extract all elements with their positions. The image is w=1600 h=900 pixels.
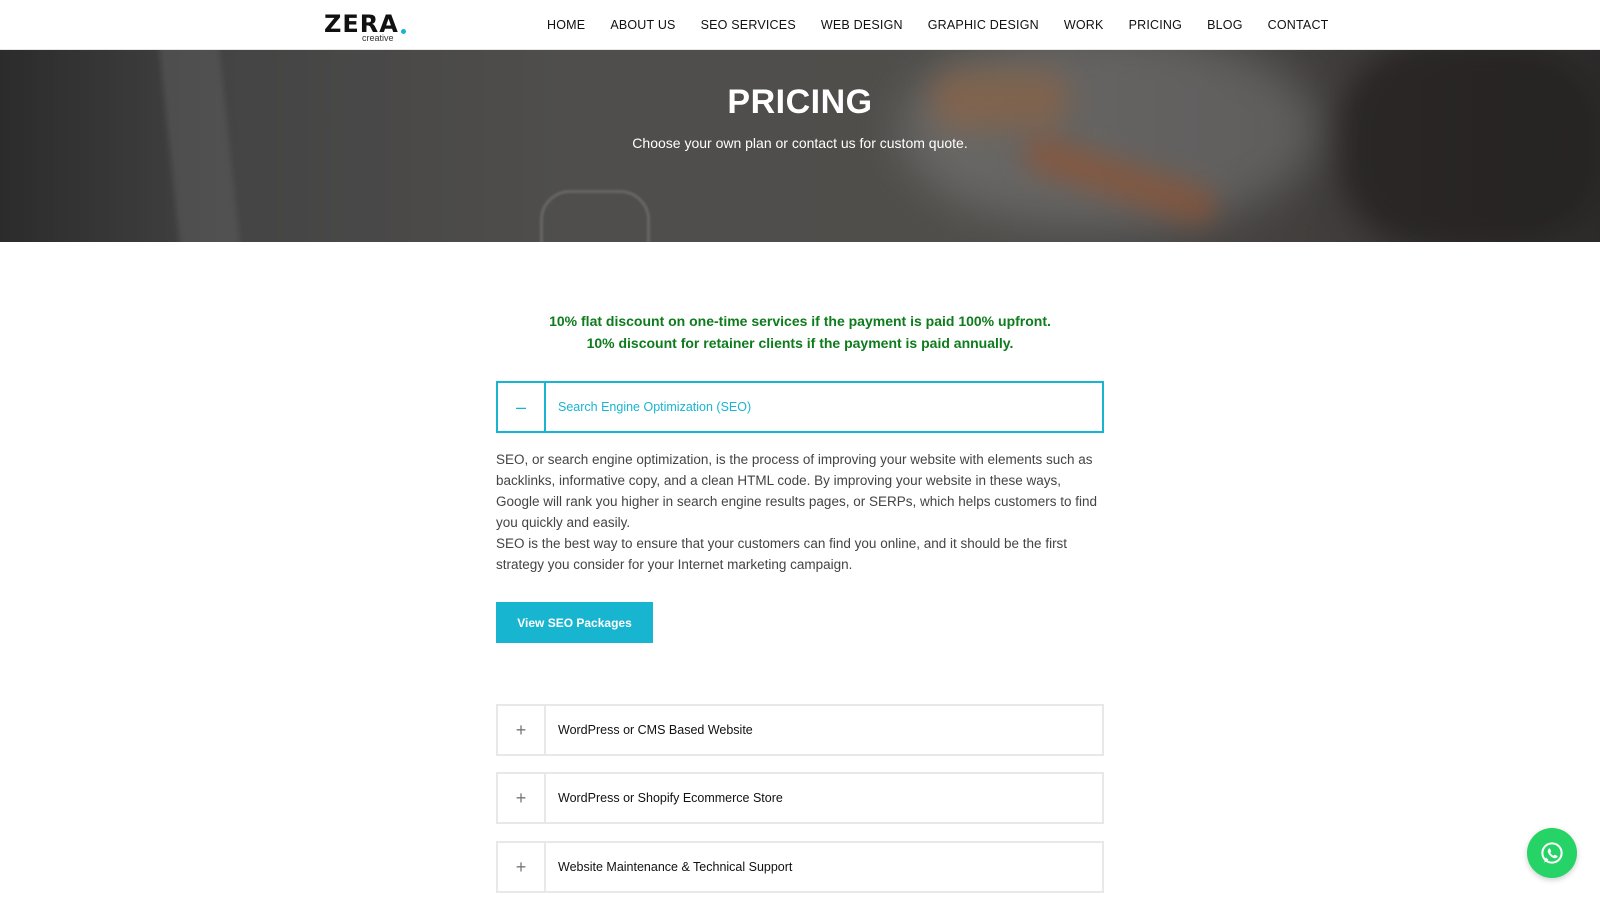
view-seo-packages-button[interactable]: View SEO Packages [496, 602, 653, 643]
collapse-icon[interactable]: – [498, 383, 546, 431]
nav-contact[interactable]: CONTACT [1268, 18, 1329, 32]
accordion-title-ecommerce[interactable]: WordPress or Shopify Ecommerce Store [558, 774, 783, 822]
seo-description-paragraph-2: SEO is the best way to ensure that your … [496, 536, 1068, 572]
nav-seo-services[interactable]: SEO SERVICES [701, 18, 796, 32]
expand-icon[interactable]: + [498, 774, 546, 822]
discount-note-upfront: 10% flat discount on one-time services i… [549, 313, 1051, 329]
logo-dot [401, 29, 406, 34]
nav-about-us[interactable]: ABOUT US [610, 18, 675, 32]
discount-note-annual: 10% discount for retainer clients if the… [586, 335, 1014, 351]
site-header: ZERA creative HOME ABOUT US SEO SERVICES… [0, 0, 1600, 50]
whatsapp-chat-button[interactable] [1527, 828, 1577, 878]
main-nav: HOME ABOUT US SEO SERVICES WEB DESIGN GR… [547, 0, 1329, 50]
nav-work[interactable]: WORK [1064, 18, 1104, 32]
nav-graphic-design[interactable]: GRAPHIC DESIGN [928, 18, 1039, 32]
accordion-item-seo[interactable]: – Search Engine Optimization (SEO) [496, 381, 1104, 433]
hero-banner: PRICING Choose your own plan or contact … [0, 50, 1600, 242]
expand-icon[interactable]: + [498, 706, 546, 754]
page-title: PRICING [727, 83, 873, 121]
whatsapp-icon [1541, 842, 1563, 864]
page-subtitle: Choose your own plan or contact us for c… [632, 135, 968, 151]
accordion-title-seo[interactable]: Search Engine Optimization (SEO) [558, 383, 751, 431]
expand-icon[interactable]: + [498, 843, 546, 891]
logo-subtext: creative [362, 33, 394, 43]
accordion-item-wordpress-cms[interactable]: + WordPress or CMS Based Website [496, 704, 1104, 756]
seo-description-paragraph-1: SEO, or search engine optimization, is t… [496, 452, 1098, 530]
accordion-body-seo: SEO, or search engine optimization, is t… [496, 449, 1108, 575]
accordion-item-ecommerce[interactable]: + WordPress or Shopify Ecommerce Store [496, 772, 1104, 824]
nav-pricing[interactable]: PRICING [1129, 18, 1183, 32]
discount-notes: 10% flat discount on one-time services i… [0, 310, 1600, 354]
nav-blog[interactable]: BLOG [1207, 18, 1243, 32]
nav-web-design[interactable]: WEB DESIGN [821, 18, 903, 32]
logo[interactable]: ZERA creative [324, 11, 410, 43]
nav-home[interactable]: HOME [547, 18, 585, 32]
accordion-title-wordpress-cms[interactable]: WordPress or CMS Based Website [558, 706, 753, 754]
accordion-item-maintenance[interactable]: + Website Maintenance & Technical Suppor… [496, 841, 1104, 893]
accordion-title-maintenance[interactable]: Website Maintenance & Technical Support [558, 843, 792, 891]
